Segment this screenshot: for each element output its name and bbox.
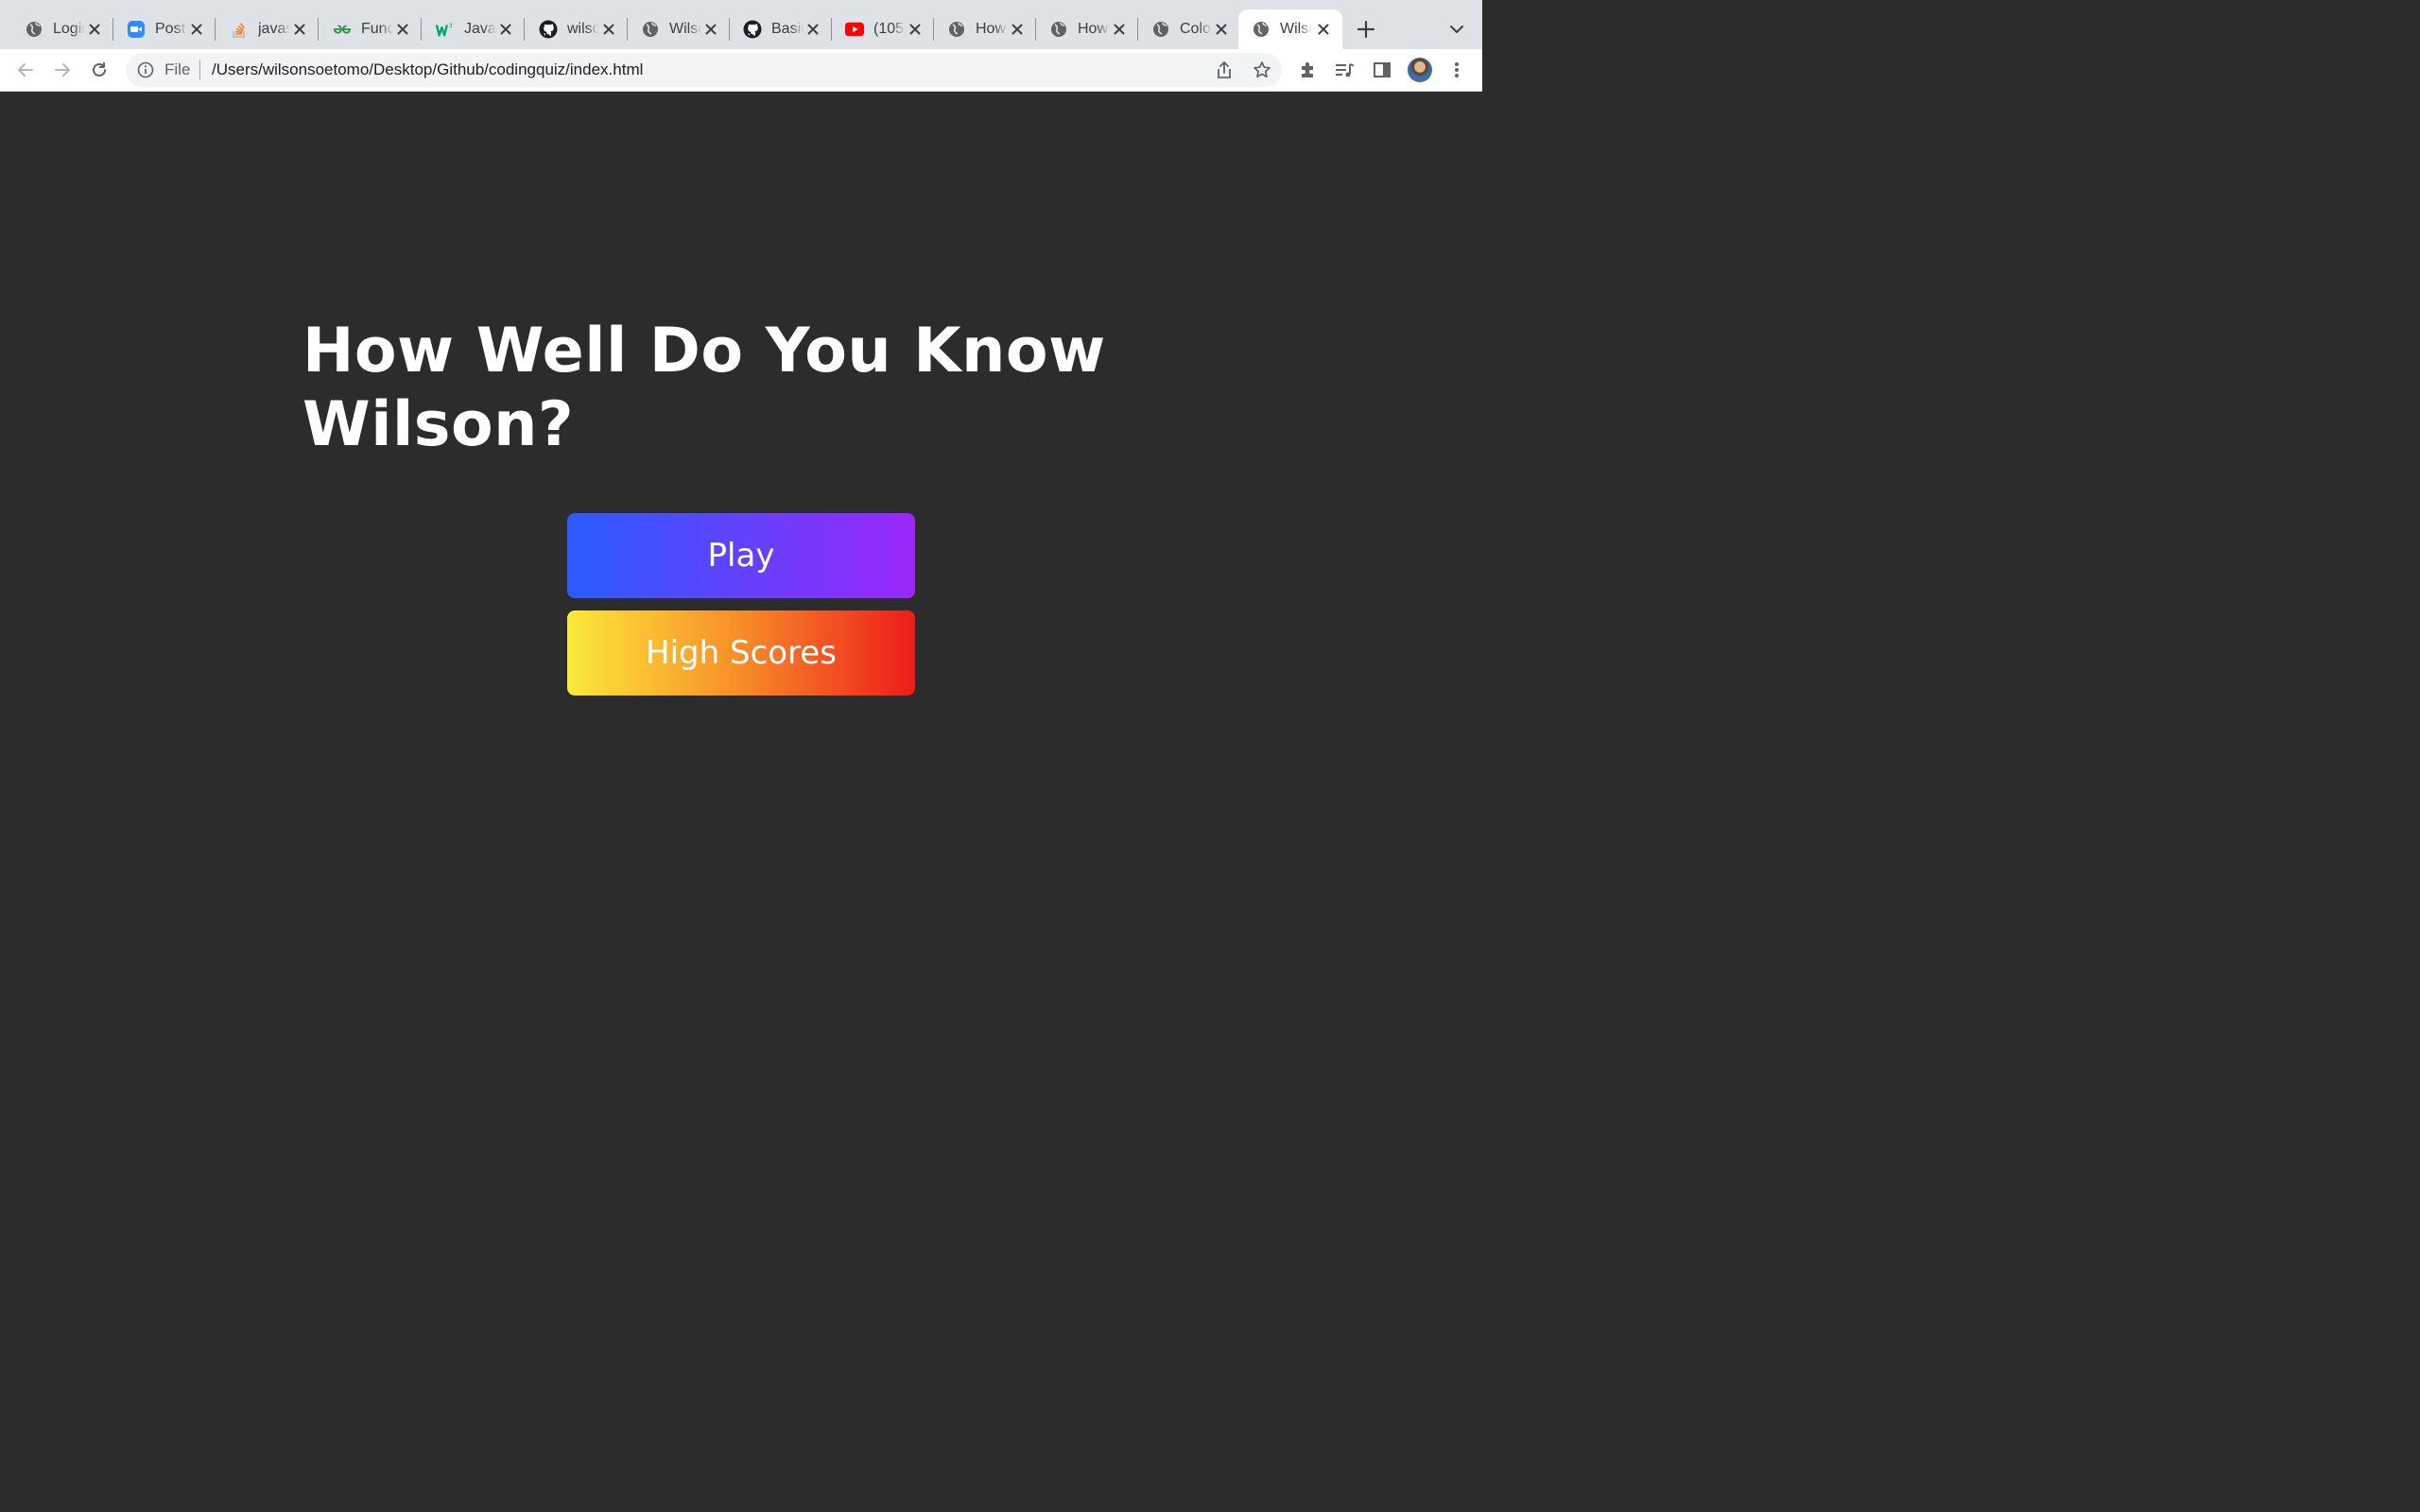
url-text[interactable]: /Users/wilsonsoetomo/Desktop/Github/codi… (212, 60, 643, 79)
chevron-down-icon (1450, 26, 1463, 34)
browser-tab[interactable]: Wilson (1238, 9, 1342, 49)
share-icon[interactable] (1215, 60, 1234, 79)
browser-tab[interactable]: How (1036, 9, 1138, 49)
omnibox-divider (199, 60, 200, 79)
globe-icon (1151, 20, 1170, 39)
forward-button[interactable] (50, 58, 75, 82)
bookmark-star-icon[interactable] (1253, 60, 1271, 79)
tab-separator (421, 18, 422, 41)
arrow-left-icon (17, 63, 33, 77)
tab-separator (318, 18, 319, 41)
close-icon[interactable] (1112, 22, 1127, 37)
browser-tab[interactable]: Color (1138, 9, 1240, 49)
media-control-icon[interactable] (1333, 59, 1356, 81)
info-icon[interactable] (137, 61, 154, 78)
browser-tab[interactable]: How (934, 9, 1036, 49)
play-button[interactable]: Play (567, 513, 915, 598)
reload-icon (93, 62, 106, 77)
tab-strip: Login Post Attendee javascript Functions 3 Ja… (0, 0, 1482, 49)
back-button[interactable] (13, 58, 38, 82)
plus-icon (1357, 21, 1374, 38)
stackoverflow-icon (230, 20, 249, 39)
browser-tab[interactable]: (105) (832, 9, 934, 49)
browser-tab[interactable]: Wilson (628, 9, 730, 49)
profile-avatar[interactable] (1408, 58, 1432, 82)
kebab-menu-icon[interactable] (1445, 59, 1468, 81)
side-panel-icon[interactable] (1371, 59, 1393, 81)
high-scores-button[interactable]: High Scores (567, 610, 915, 696)
arrow-right-icon (55, 63, 71, 77)
tab-title: Wilson (1280, 21, 1312, 37)
globe-icon (947, 20, 966, 39)
close-icon[interactable] (805, 22, 821, 37)
tab-separator (215, 18, 216, 41)
zoom-icon (127, 20, 146, 39)
tab-title: How (976, 21, 1007, 37)
close-icon[interactable] (601, 22, 616, 37)
close-icon[interactable] (1214, 22, 1229, 37)
reload-button[interactable] (87, 58, 112, 82)
globe-icon (1252, 20, 1270, 39)
page-title: How Well Do You Know Wilson? (302, 316, 1106, 460)
globe-icon (1049, 20, 1068, 39)
browser-tab[interactable]: javascript (216, 9, 319, 49)
close-icon[interactable] (395, 22, 410, 37)
svg-text:3: 3 (449, 23, 453, 29)
tab-search-button[interactable] (1446, 19, 1467, 40)
github-icon (743, 20, 762, 39)
github-icon (539, 20, 558, 39)
tab-title: javascript (258, 21, 290, 37)
geeksforgeeks-icon (333, 20, 352, 39)
new-tab-button[interactable] (1354, 17, 1378, 42)
close-icon[interactable] (498, 22, 513, 37)
browser-tab[interactable]: Post Attendee (113, 9, 216, 49)
browser-tab[interactable]: wilsonsoetomo (526, 9, 628, 49)
address-bar[interactable]: File /Users/wilsonsoetomo/Desktop/Github… (126, 53, 1282, 87)
tab-title: Basic (771, 21, 804, 37)
tab-title: JavaScript (464, 21, 496, 37)
browser-tab[interactable]: Functions (320, 9, 422, 49)
w3schools-icon: 3 (436, 20, 455, 39)
browser-tab[interactable]: Login (11, 9, 113, 49)
youtube-icon (845, 20, 864, 39)
globe-icon (641, 20, 660, 39)
page-content: How Well Do You Know Wilson? Play High S… (0, 92, 1482, 926)
tab-title: wilsonsoetomo (567, 21, 599, 37)
close-icon[interactable] (189, 22, 204, 37)
browser-toolbar: File /Users/wilsonsoetomo/Desktop/Github… (0, 49, 1482, 92)
close-icon[interactable] (1010, 22, 1025, 37)
tab-title: How (1078, 21, 1109, 37)
tab-title: Post Attendee (155, 21, 187, 37)
close-icon[interactable] (703, 22, 718, 37)
close-icon[interactable] (1316, 22, 1331, 37)
tab-title: Wilson (669, 21, 701, 37)
tab-separator (524, 18, 525, 41)
tab-title: Color (1180, 21, 1212, 37)
tab-title: Login (53, 21, 85, 37)
close-icon[interactable] (87, 22, 102, 37)
close-icon[interactable] (908, 22, 923, 37)
tab-title: Functions (361, 21, 393, 37)
tab-title: (105) (873, 21, 906, 37)
url-scheme-label: File (164, 60, 191, 78)
close-icon[interactable] (292, 22, 307, 37)
browser-tab[interactable]: Basic (730, 9, 832, 49)
extensions-puzzle-icon[interactable] (1297, 59, 1320, 81)
globe-icon (25, 20, 43, 39)
browser-tab[interactable]: 3 JavaScript (423, 9, 525, 49)
